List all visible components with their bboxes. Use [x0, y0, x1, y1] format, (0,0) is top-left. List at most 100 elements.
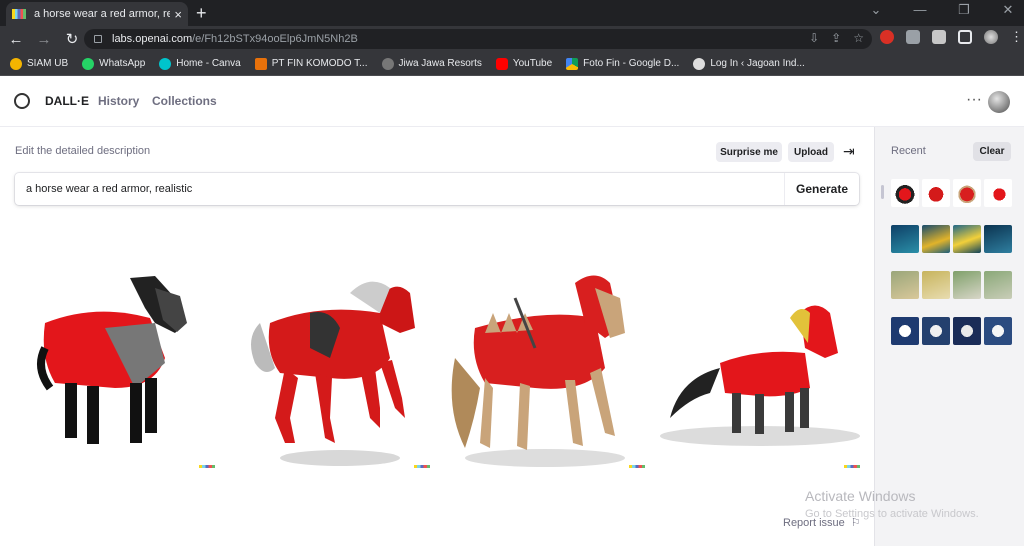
profile-avatar-icon[interactable]: [984, 30, 998, 44]
puzzle-extensions-icon[interactable]: [906, 30, 920, 44]
wordpress-icon: [693, 57, 706, 70]
bookmark-canva[interactable]: Home - Canva: [159, 57, 241, 70]
tab-title: a horse wear a red armor, realisti: [34, 8, 171, 20]
bookmark-siam-ub[interactable]: SIAM UB: [10, 57, 68, 70]
report-issue-link[interactable]: Report issue ⚐: [783, 516, 861, 530]
recent-thumb[interactable]: [953, 271, 981, 299]
lock-icon: [94, 35, 102, 43]
recent-thumb[interactable]: [891, 225, 919, 253]
horse-image-1: [15, 268, 215, 468]
chrome-menu-icon[interactable]: ⋮: [1010, 29, 1023, 45]
bookmarks-bar: SIAM UB WhatsApp Home - Canva PT FIN KOM…: [0, 52, 1024, 76]
canva-icon: [159, 57, 172, 70]
bookmark-pt-fin-komodo[interactable]: PT FIN KOMODO T...: [254, 57, 368, 70]
user-avatar[interactable]: [988, 91, 1010, 113]
flag-icon: ⚐: [850, 517, 861, 529]
recent-thumb[interactable]: [984, 225, 1012, 253]
bookmark-jiwa-jawa[interactable]: Jiwa Jawa Resorts: [381, 57, 482, 70]
siam-ub-icon: [10, 57, 22, 70]
clear-button[interactable]: Clear: [973, 142, 1011, 161]
horse-image-3: [445, 268, 645, 468]
red-extension-icon[interactable]: [880, 30, 894, 44]
recent-sidebar: Recent Clear: [874, 127, 1024, 546]
sidebar-scrollbar[interactable]: [881, 185, 884, 199]
prompt-input[interactable]: [15, 173, 784, 205]
generated-image-4[interactable]: [660, 268, 860, 468]
side-panel-icon[interactable]: [958, 30, 972, 44]
recent-row-underwater: [891, 225, 1012, 253]
generated-image-2[interactable]: [230, 268, 430, 468]
recent-row-horses: [891, 179, 1012, 207]
reading-list-icon[interactable]: [932, 30, 946, 44]
recent-thumb[interactable]: [891, 317, 919, 345]
nav-collections[interactable]: Collections: [152, 94, 217, 108]
recent-thumb[interactable]: [891, 271, 919, 299]
address-bar[interactable]: labs.openai.com/e/Fh12bSTx94ooElp6JmN5Nh…: [84, 29, 872, 49]
collapse-sidebar-icon[interactable]: ⇥: [843, 143, 855, 160]
recent-thumb[interactable]: [953, 225, 981, 253]
recent-thumb[interactable]: [922, 179, 950, 207]
more-options-icon[interactable]: ···: [966, 91, 982, 109]
recent-thumb[interactable]: [922, 317, 950, 345]
jiwa-jawa-icon: [381, 57, 394, 70]
pt-fin-icon: [254, 57, 267, 70]
generated-image-1[interactable]: [15, 268, 215, 468]
tab-search-icon[interactable]: ⌄: [866, 2, 886, 18]
horse-image-4: [660, 268, 860, 468]
close-tab-icon[interactable]: ×: [174, 7, 182, 22]
report-issue-label: Report issue: [783, 516, 845, 529]
recent-thumb[interactable]: [953, 179, 981, 207]
reload-icon[interactable]: ↻: [60, 30, 84, 48]
recent-thumb[interactable]: [984, 317, 1012, 345]
recent-row-astronauts: [891, 317, 1012, 345]
bookmark-google-drive[interactable]: Foto Fin - Google D...: [566, 57, 679, 70]
recent-thumb[interactable]: [922, 225, 950, 253]
extensions-area: ⋮: [880, 29, 1023, 45]
forward-icon[interactable]: →: [32, 31, 56, 48]
edit-description-label: Edit the detailed description: [15, 145, 151, 157]
recent-thumb[interactable]: [953, 317, 981, 345]
bookmark-whatsapp[interactable]: WhatsApp: [82, 57, 145, 70]
whatsapp-icon: [82, 57, 95, 70]
horse-image-2: [230, 268, 430, 468]
surprise-me-button[interactable]: Surprise me: [716, 142, 782, 162]
bookmark-jagoan[interactable]: Log In ‹ Jagoan Ind...: [693, 57, 805, 70]
restore-icon[interactable]: ❐: [954, 2, 974, 18]
top-navigation: DALL·E History Collections ···: [0, 77, 1024, 127]
url-text: labs.openai.com/e/Fh12bSTx94ooElp6JmN5Nh…: [112, 33, 358, 45]
brand-dalle[interactable]: DALL·E: [45, 94, 89, 108]
openai-logo-icon[interactable]: [14, 93, 30, 109]
generated-image-3[interactable]: [445, 268, 645, 468]
close-window-icon[interactable]: ✕: [998, 2, 1018, 18]
window-controls: ⌄ — ❐ ✕: [866, 2, 1018, 18]
install-icon[interactable]: ⇩: [809, 31, 819, 45]
dalle-signature-icon: [629, 465, 645, 468]
recent-thumb[interactable]: [891, 179, 919, 207]
recent-thumb[interactable]: [984, 271, 1012, 299]
minimize-icon[interactable]: —: [910, 2, 930, 18]
browser-tab-strip: a horse wear a red armor, realisti × + ⌄…: [0, 0, 1024, 26]
recent-thumb[interactable]: [922, 271, 950, 299]
recent-thumb[interactable]: [984, 179, 1012, 207]
youtube-icon: [495, 57, 508, 70]
recent-label: Recent: [891, 145, 926, 157]
dalle-signature-icon: [199, 465, 215, 468]
share-icon[interactable]: ⇪: [831, 31, 841, 45]
upload-button[interactable]: Upload: [788, 142, 834, 162]
dalle-favicon-icon: [12, 9, 26, 19]
prompt-bar: Generate: [15, 173, 859, 205]
browser-tab[interactable]: a horse wear a red armor, realisti ×: [6, 2, 188, 26]
generate-button[interactable]: Generate: [784, 173, 859, 205]
nav-history[interactable]: History: [98, 94, 139, 108]
back-icon[interactable]: ←: [4, 31, 28, 48]
dalle-signature-icon: [844, 465, 860, 468]
dalle-signature-icon: [414, 465, 430, 468]
recent-row-animals: [891, 271, 1012, 299]
activate-windows-title: Activate Windows: [805, 488, 916, 504]
dalle-app: DALL·E History Collections ··· Edit the …: [0, 77, 1024, 546]
browser-toolbar: ← → ↻ labs.openai.com/e/Fh12bSTx94ooElp6…: [0, 26, 1024, 52]
bookmark-star-icon[interactable]: ☆: [853, 31, 864, 45]
bookmark-youtube[interactable]: YouTube: [495, 57, 552, 70]
new-tab-button[interactable]: +: [196, 3, 207, 24]
google-drive-icon: [566, 57, 579, 70]
